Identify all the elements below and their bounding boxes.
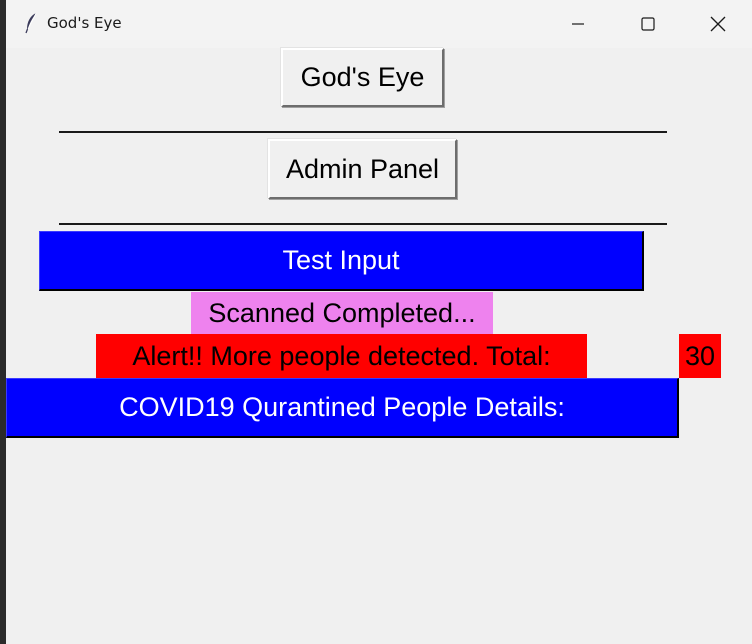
app-window: God's Eye God's Eye Admin Panel Test Inp… xyxy=(0,0,752,644)
test-input-button[interactable]: Test Input xyxy=(39,231,644,291)
separator xyxy=(59,223,667,225)
scan-status-label: Scanned Completed... xyxy=(191,292,493,334)
minimize-button[interactable] xyxy=(543,0,613,48)
people-total-label: 30 xyxy=(679,334,721,378)
minimize-icon xyxy=(572,23,584,25)
alert-label: Alert!! More people detected. Total: xyxy=(96,334,587,378)
admin-panel-button[interactable]: Admin Panel xyxy=(268,139,457,199)
feather-icon xyxy=(24,12,38,34)
separator xyxy=(59,131,667,133)
client-area: God's Eye Admin Panel Test Input Scanned… xyxy=(6,48,752,644)
gods-eye-button[interactable]: God's Eye xyxy=(281,48,444,107)
covid-details-button[interactable]: COVID19 Qurantined People Details: xyxy=(6,378,679,438)
close-button[interactable] xyxy=(683,0,752,48)
title-bar[interactable]: God's Eye xyxy=(6,0,752,48)
maximize-icon xyxy=(641,17,655,31)
window-title: God's Eye xyxy=(47,14,122,32)
close-icon xyxy=(710,16,726,32)
maximize-button[interactable] xyxy=(613,0,683,48)
